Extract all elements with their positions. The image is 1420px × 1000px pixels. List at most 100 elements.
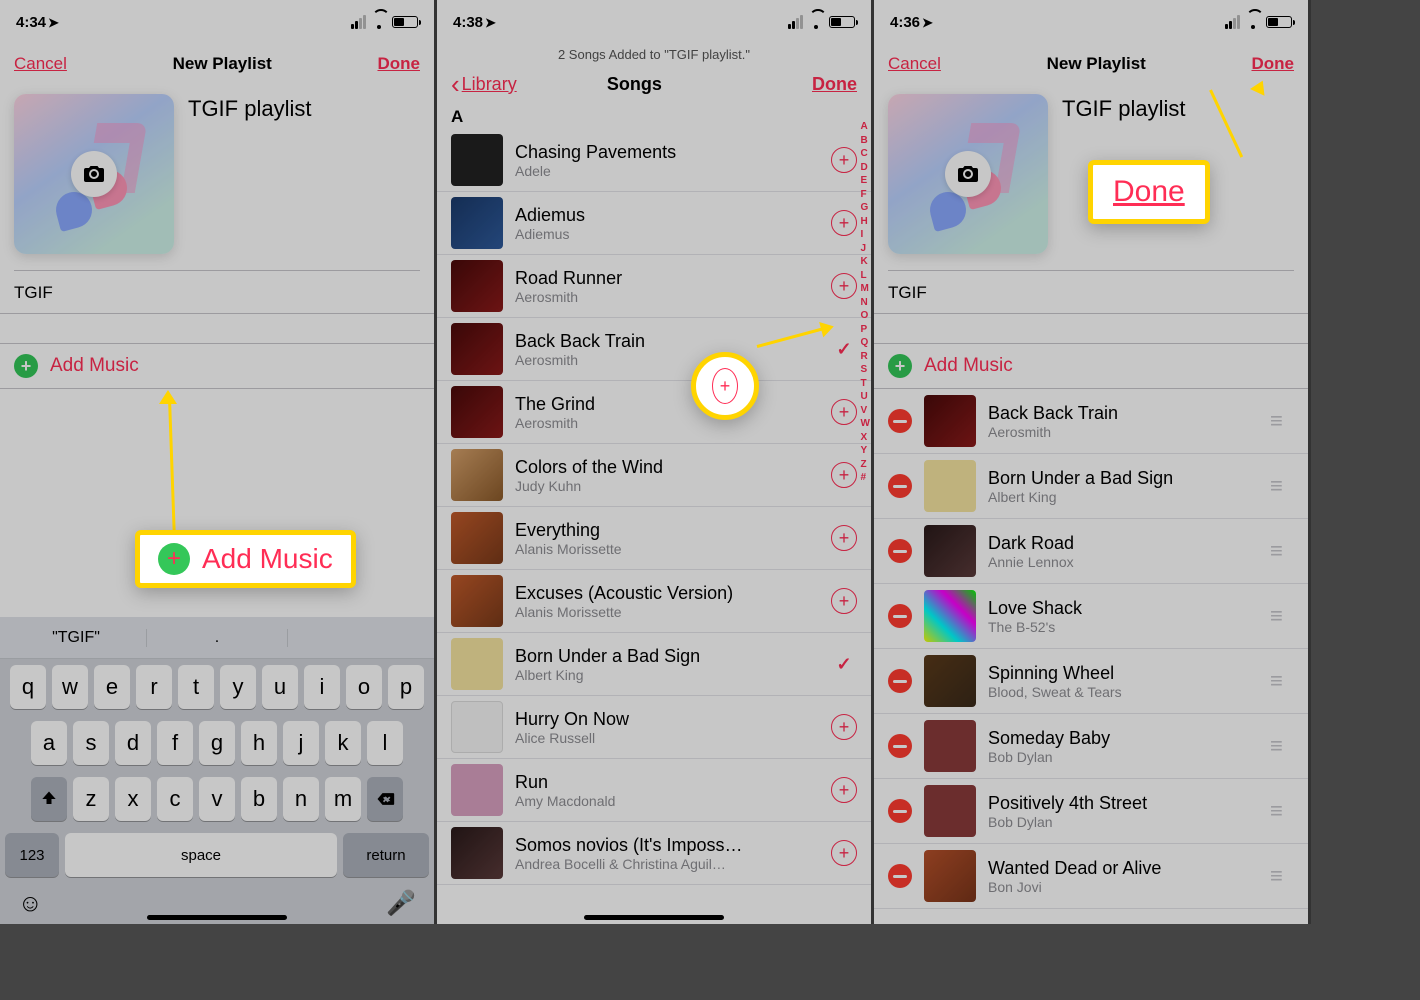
playlist-song-row[interactable]: Someday BabyBob Dylan≡: [874, 714, 1308, 779]
delete-song-button[interactable]: [888, 539, 912, 563]
home-indicator[interactable]: [147, 915, 287, 920]
playlist-song-row[interactable]: Back Back TrainAerosmith≡: [874, 389, 1308, 454]
add-song-button[interactable]: +: [831, 714, 857, 740]
mic-key[interactable]: 🎤: [386, 889, 416, 918]
done-button[interactable]: Done: [377, 54, 420, 74]
key-t[interactable]: t: [178, 665, 214, 709]
delete-song-button[interactable]: [888, 734, 912, 758]
done-button[interactable]: Done: [812, 74, 857, 95]
key-k[interactable]: k: [325, 721, 361, 765]
add-music-button[interactable]: + Add Music: [874, 344, 1308, 389]
playlist-song-row[interactable]: Born Under a Bad SignAlbert King≡: [874, 454, 1308, 519]
description-field[interactable]: TGIF: [0, 271, 434, 314]
add-song-button[interactable]: +: [831, 588, 857, 614]
add-song-button[interactable]: +: [831, 777, 857, 803]
camera-icon[interactable]: [945, 151, 991, 197]
key-j[interactable]: j: [283, 721, 319, 765]
space-key[interactable]: space: [65, 833, 337, 877]
key-z[interactable]: z: [73, 777, 109, 821]
delete-song-button[interactable]: [888, 864, 912, 888]
song-row[interactable]: EverythingAlanis Morissette+: [437, 507, 871, 570]
index-letter[interactable]: L: [861, 269, 870, 283]
playlist-song-row[interactable]: Wanted Dead or AliveBon Jovi≡: [874, 844, 1308, 909]
key-b[interactable]: b: [241, 777, 277, 821]
num-key[interactable]: 123: [5, 833, 59, 877]
shift-key[interactable]: [31, 777, 67, 821]
reorder-handle-icon[interactable]: ≡: [1270, 408, 1294, 434]
key-d[interactable]: d: [115, 721, 151, 765]
add-song-button[interactable]: +: [831, 462, 857, 488]
key-s[interactable]: s: [73, 721, 109, 765]
playlist-song-row[interactable]: Positively 4th StreetBob Dylan≡: [874, 779, 1308, 844]
index-letter[interactable]: E: [861, 174, 870, 188]
index-letter[interactable]: O: [861, 309, 870, 323]
song-row[interactable]: RunAmy Macdonald+: [437, 759, 871, 822]
delete-song-button[interactable]: [888, 604, 912, 628]
return-key[interactable]: return: [343, 833, 429, 877]
alphabet-index[interactable]: ABCDEFGHIJKLMNOPQRSTUVWXYZ#: [861, 120, 870, 485]
add-song-button[interactable]: +: [831, 273, 857, 299]
key-i[interactable]: i: [304, 665, 340, 709]
camera-icon[interactable]: [71, 151, 117, 197]
key-x[interactable]: x: [115, 777, 151, 821]
delete-song-button[interactable]: [888, 669, 912, 693]
index-letter[interactable]: W: [861, 417, 870, 431]
key-r[interactable]: r: [136, 665, 172, 709]
song-row[interactable]: Excuses (Acoustic Version)Alanis Morisse…: [437, 570, 871, 633]
home-indicator[interactable]: [584, 915, 724, 920]
index-letter[interactable]: F: [861, 188, 870, 202]
emoji-key[interactable]: ☺: [18, 890, 43, 918]
reorder-handle-icon[interactable]: ≡: [1270, 473, 1294, 499]
index-letter[interactable]: X: [861, 431, 870, 445]
index-letter[interactable]: Q: [861, 336, 870, 350]
index-letter[interactable]: #: [861, 471, 870, 485]
playlist-song-row[interactable]: Love ShackThe B-52's≡: [874, 584, 1308, 649]
add-music-button[interactable]: + Add Music: [0, 344, 434, 389]
index-letter[interactable]: T: [861, 377, 870, 391]
add-song-button[interactable]: +: [831, 210, 857, 236]
playlist-artwork[interactable]: [888, 94, 1048, 254]
reorder-handle-icon[interactable]: ≡: [1270, 798, 1294, 824]
playlist-song-list[interactable]: Back Back TrainAerosmith≡Born Under a Ba…: [874, 389, 1308, 909]
index-letter[interactable]: K: [861, 255, 870, 269]
reorder-handle-icon[interactable]: ≡: [1270, 668, 1294, 694]
add-song-button[interactable]: +: [831, 525, 857, 551]
playlist-artwork[interactable]: [14, 94, 174, 254]
key-c[interactable]: c: [157, 777, 193, 821]
key-y[interactable]: y: [220, 665, 256, 709]
key-q[interactable]: q: [10, 665, 46, 709]
cancel-button[interactable]: Cancel: [14, 54, 67, 74]
song-row[interactable]: The GrindAerosmith+: [437, 381, 871, 444]
key-m[interactable]: m: [325, 777, 361, 821]
add-song-button[interactable]: +: [831, 399, 857, 425]
song-list[interactable]: Chasing PavementsAdele+AdiemusAdiemus+Ro…: [437, 129, 871, 885]
index-letter[interactable]: H: [861, 215, 870, 229]
index-letter[interactable]: Y: [861, 444, 870, 458]
key-e[interactable]: e: [94, 665, 130, 709]
index-letter[interactable]: P: [861, 323, 870, 337]
song-row[interactable]: Born Under a Bad SignAlbert King✓: [437, 633, 871, 696]
key-f[interactable]: f: [157, 721, 193, 765]
song-row[interactable]: Back Back TrainAerosmith✓: [437, 318, 871, 381]
key-n[interactable]: n: [283, 777, 319, 821]
index-letter[interactable]: J: [861, 242, 870, 256]
song-row[interactable]: AdiemusAdiemus+: [437, 192, 871, 255]
done-button[interactable]: Done: [1251, 54, 1294, 74]
suggestion-bar[interactable]: "TGIF" . .: [0, 617, 434, 659]
description-field[interactable]: TGIF: [874, 271, 1308, 314]
reorder-handle-icon[interactable]: ≡: [1270, 603, 1294, 629]
song-row[interactable]: Somos novios (It's Imposs…Andrea Bocelli…: [437, 822, 871, 885]
index-letter[interactable]: R: [861, 350, 870, 364]
reorder-handle-icon[interactable]: ≡: [1270, 733, 1294, 759]
index-letter[interactable]: S: [861, 363, 870, 377]
playlist-song-row[interactable]: Spinning WheelBlood, Sweat & Tears≡: [874, 649, 1308, 714]
keyboard[interactable]: "TGIF" . . qwertyuiop asdfghjkl zxcvbnm …: [0, 617, 434, 924]
key-u[interactable]: u: [262, 665, 298, 709]
index-letter[interactable]: A: [861, 120, 870, 134]
delete-song-button[interactable]: [888, 409, 912, 433]
index-letter[interactable]: G: [861, 201, 870, 215]
delete-song-button[interactable]: [888, 799, 912, 823]
key-o[interactable]: o: [346, 665, 382, 709]
song-row[interactable]: Hurry On NowAlice Russell+: [437, 696, 871, 759]
playlist-title-field[interactable]: TGIF playlist: [1062, 94, 1185, 122]
